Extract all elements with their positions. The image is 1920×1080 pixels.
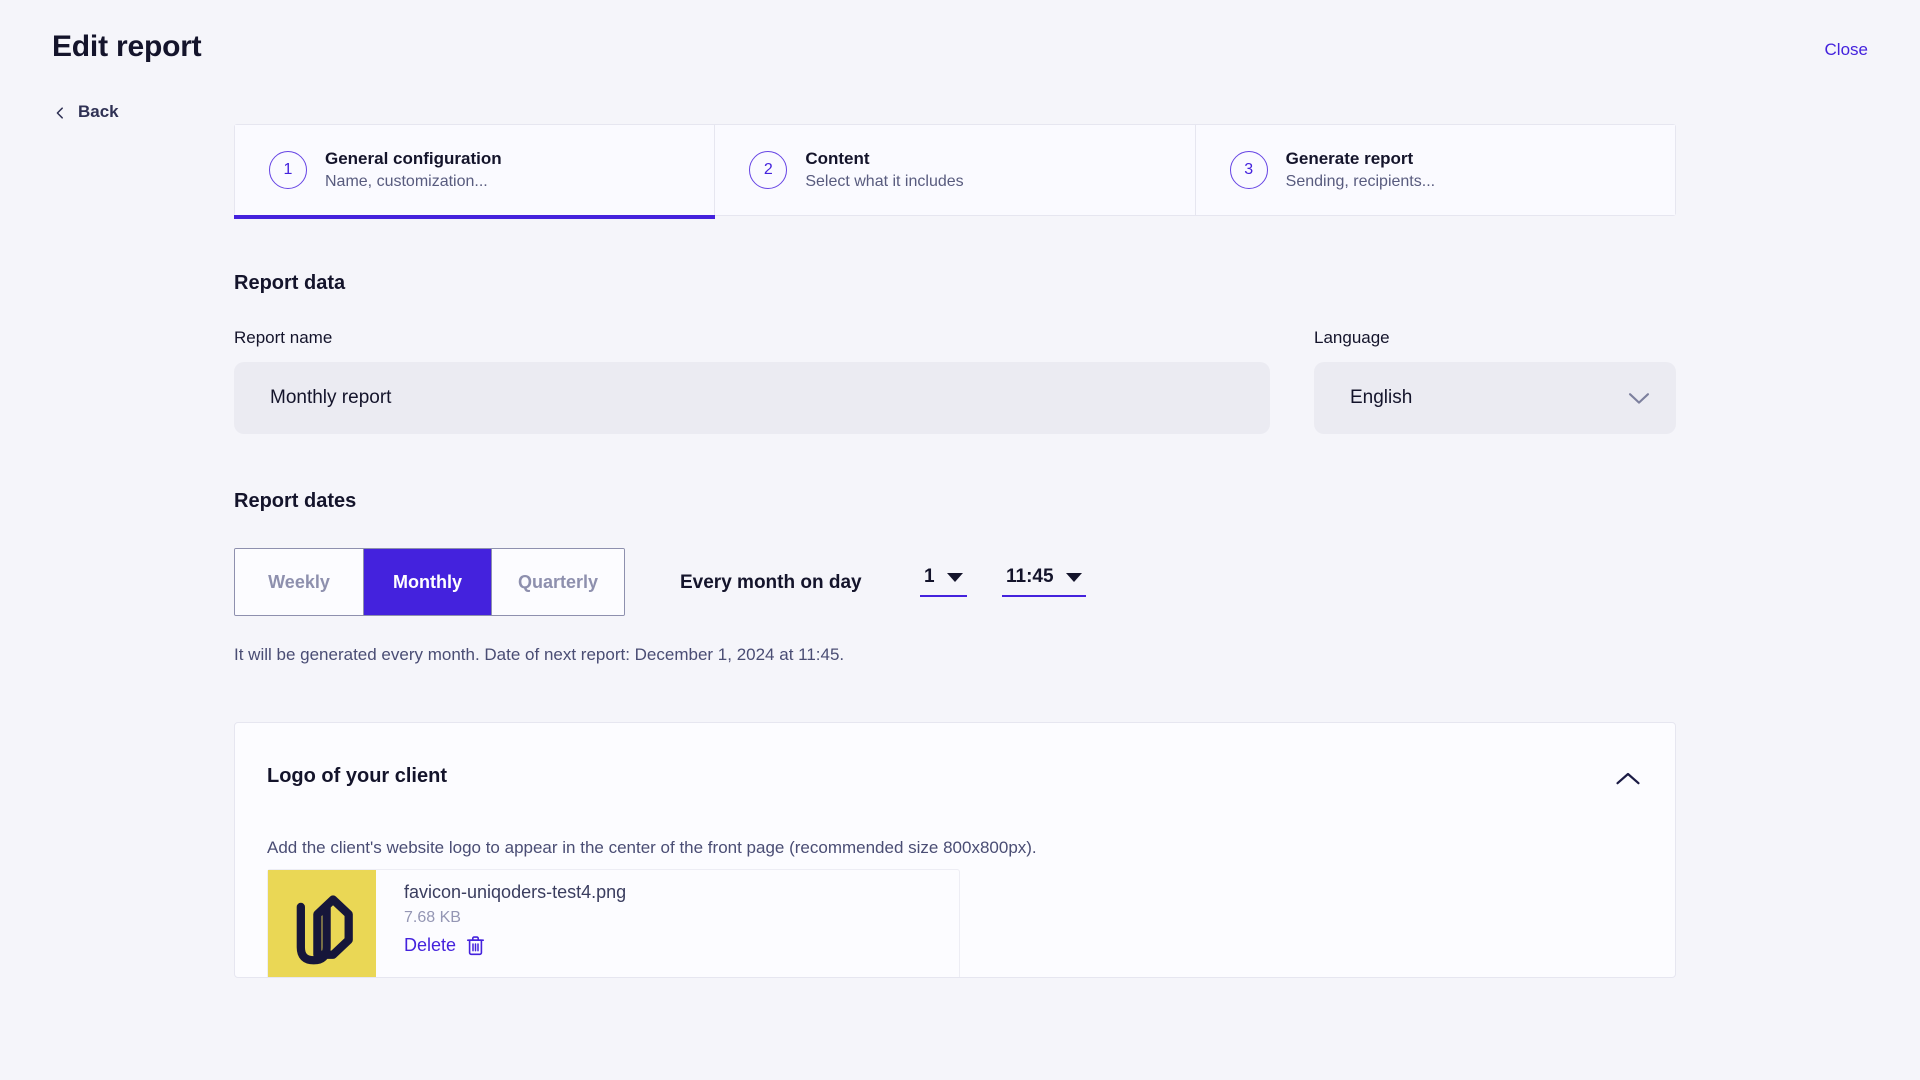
time-value: 11:45 (1006, 566, 1054, 588)
delete-file-button[interactable]: Delete (404, 935, 959, 956)
frequency-option-monthly[interactable]: Monthly (363, 549, 491, 615)
chevron-left-icon (54, 106, 66, 118)
report-data-section-title: Report data (234, 272, 345, 295)
back-label: Back (78, 102, 119, 122)
report-name-label: Report name (234, 328, 332, 348)
logo-of-your-client-card: Logo of your client Add the client's web… (234, 722, 1676, 978)
caret-down-icon (1066, 573, 1082, 582)
step-subtitle: Sending, recipients... (1286, 173, 1435, 191)
frequency-option-weekly[interactable]: Weekly (235, 549, 363, 615)
language-selected-value: English (1350, 387, 1628, 409)
language-select[interactable]: English (1314, 362, 1676, 434)
day-of-month-select[interactable]: 1 (920, 566, 967, 597)
stepper: 1 General configuration Name, customizat… (234, 124, 1676, 216)
page-header: Edit report Close (0, 0, 1920, 104)
time-select[interactable]: 11:45 (1002, 566, 1086, 597)
step-number-badge: 3 (1230, 151, 1268, 189)
uploaded-file-box: favicon-uniqoders-test4.png 7.68 KB Dele… (267, 869, 960, 978)
chevron-up-icon (1615, 771, 1641, 786)
delete-file-label: Delete (404, 935, 456, 956)
language-label: Language (1314, 328, 1390, 348)
trash-icon (466, 935, 485, 956)
step-subtitle: Select what it includes (805, 173, 963, 191)
close-button[interactable]: Close (1825, 40, 1868, 60)
step-generate-report[interactable]: 3 Generate report Sending, recipients... (1195, 125, 1675, 215)
every-month-on-day-label: Every month on day (680, 572, 862, 594)
step-content[interactable]: 2 Content Select what it includes (714, 125, 1194, 215)
back-button[interactable]: Back (54, 102, 119, 122)
step-title: General configuration (325, 149, 502, 169)
step-number-badge: 2 (749, 151, 787, 189)
file-size: 7.68 KB (404, 909, 959, 927)
file-name: favicon-uniqoders-test4.png (404, 882, 959, 903)
frequency-option-quarterly[interactable]: Quarterly (491, 549, 624, 615)
step-title: Content (805, 149, 963, 169)
schedule-note: It will be generated every month. Date o… (234, 645, 844, 665)
report-name-input[interactable] (234, 362, 1270, 434)
caret-down-icon (947, 573, 963, 582)
logo-card-description: Add the client's website logo to appear … (267, 838, 1037, 858)
file-thumbnail (268, 870, 376, 978)
chevron-down-icon (1628, 392, 1650, 405)
report-dates-section-title: Report dates (234, 490, 356, 513)
logo-card-title: Logo of your client (267, 765, 447, 788)
page-title: Edit report (52, 30, 201, 64)
collapse-section-button[interactable] (1611, 761, 1645, 795)
step-number-badge: 1 (269, 151, 307, 189)
frequency-toggle-group: Weekly Monthly Quarterly (234, 548, 625, 616)
step-title: Generate report (1286, 149, 1435, 169)
step-subtitle: Name, customization... (325, 173, 502, 191)
step-general-configuration[interactable]: 1 General configuration Name, customizat… (235, 125, 714, 215)
day-of-month-value: 1 (924, 566, 935, 588)
